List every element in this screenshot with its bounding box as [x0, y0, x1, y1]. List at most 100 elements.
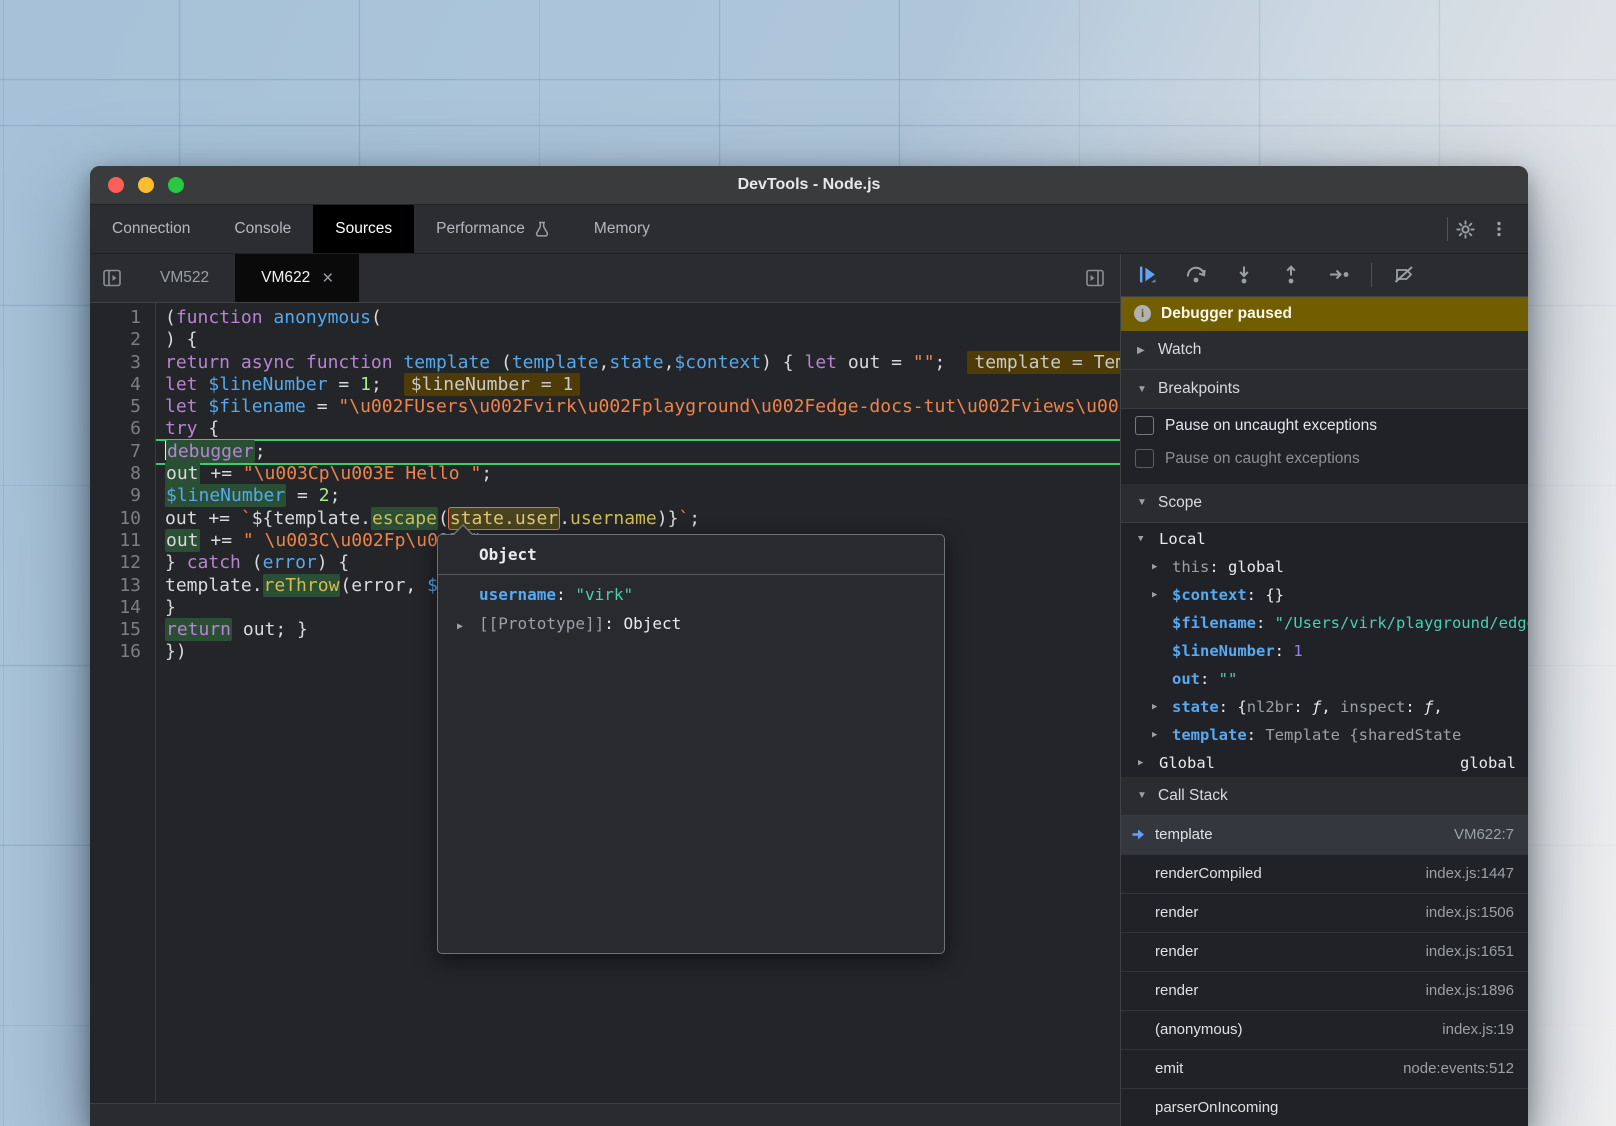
debugger-toolbar-divider	[1371, 263, 1372, 287]
tab-console[interactable]: Console	[212, 205, 313, 253]
chevron-right-icon[interactable]: ▶	[1152, 702, 1157, 712]
line-number[interactable]: 8	[90, 463, 141, 485]
code-line[interactable]: let $filename = "\u002FUsers\u002Fvirk\u…	[156, 396, 1120, 418]
chevron-right-icon: ▶	[1137, 345, 1147, 356]
close-icon[interactable]: ×	[322, 269, 333, 288]
tab-sources[interactable]: Sources	[313, 205, 414, 253]
section-call-stack[interactable]: ▼ Call Stack	[1121, 777, 1528, 816]
code-token: return	[165, 618, 232, 641]
resume-button[interactable]	[1137, 264, 1158, 285]
call-stack-frame[interactable]: parserOnIncoming	[1121, 1089, 1528, 1126]
call-stack-frame[interactable]: renderindex.js:1896	[1121, 972, 1528, 1011]
code-token: =	[328, 374, 361, 395]
code-line[interactable]: try {	[156, 418, 1120, 440]
code-token: template	[512, 352, 599, 373]
step-button[interactable]	[1328, 264, 1350, 285]
line-number[interactable]: 11	[90, 530, 141, 552]
code-line[interactable]: out += `${template.escape(state.user.use…	[156, 508, 1120, 530]
scope-row-this[interactable]: ▶this: global	[1121, 553, 1528, 581]
settings-button[interactable]	[1448, 205, 1482, 253]
code-token: "\u002FUsers\u002Fvirk\u002Fplayground\u…	[338, 396, 1120, 417]
code-line[interactable]: $lineNumber = 2;	[156, 485, 1120, 507]
call-stack-frame[interactable]: renderCompiledindex.js:1447	[1121, 855, 1528, 894]
code-token: `	[241, 508, 252, 529]
file-tab-vm522[interactable]: VM522	[134, 254, 235, 302]
step-out-button[interactable]	[1281, 264, 1301, 285]
checkbox[interactable]	[1135, 449, 1154, 468]
line-number[interactable]: 16	[90, 641, 141, 663]
file-tab-vm622[interactable]: VM622×	[235, 254, 359, 302]
scope-row-context[interactable]: ▶$context: {}	[1121, 581, 1528, 609]
navigator-toggle-button[interactable]	[90, 254, 134, 302]
line-number[interactable]: 4	[90, 374, 141, 396]
line-number[interactable]: 3	[90, 352, 141, 374]
line-number[interactable]: 2	[90, 329, 141, 351]
frame-location: VM622:7	[1454, 826, 1514, 843]
code-token: `	[678, 508, 689, 529]
code-token: (	[371, 307, 382, 328]
code-token: escape	[371, 507, 438, 530]
section-breakpoints[interactable]: ▼ Breakpoints	[1121, 370, 1528, 409]
code-line[interactable]: (function anonymous(	[156, 307, 1120, 329]
tab-performance[interactable]: Performance	[414, 205, 572, 253]
code-token: ,	[664, 352, 675, 373]
call-stack-frame[interactable]: renderindex.js:1651	[1121, 933, 1528, 972]
code-line[interactable]: ) {	[156, 329, 1120, 351]
line-number[interactable]: 12	[90, 552, 141, 574]
step-into-button[interactable]	[1234, 264, 1254, 285]
code-token: anonymous	[273, 307, 371, 328]
call-stack-frame[interactable]: renderindex.js:1506	[1121, 894, 1528, 933]
code-line[interactable]: out += "\u003Cp\u003E Hello ";	[156, 463, 1120, 485]
chevron-down-icon[interactable]: ▼	[1138, 534, 1143, 544]
breakpoint-option: Pause on caught exceptions	[1121, 442, 1528, 475]
line-number[interactable]: 10	[90, 508, 141, 530]
line-number[interactable]: 9	[90, 485, 141, 507]
line-number[interactable]: 5	[90, 396, 141, 418]
popup-property-row[interactable]: ▶[[Prototype]]: Object	[438, 610, 944, 638]
frame-function-name: render	[1155, 982, 1198, 999]
line-number[interactable]: 14	[90, 597, 141, 619]
code-token: reThrow	[263, 574, 341, 597]
scope-row-linenumber[interactable]: $lineNumber: 1	[1121, 637, 1528, 665]
tab-connection[interactable]: Connection	[90, 205, 212, 253]
tab-memory[interactable]: Memory	[572, 205, 672, 253]
variable-value: global	[1228, 558, 1284, 576]
line-number[interactable]: 1	[90, 307, 141, 329]
chevron-right-icon[interactable]: ▶	[1152, 590, 1157, 600]
line-number-gutter[interactable]: 12345678910111213141516	[90, 307, 141, 664]
code-editor[interactable]: 12345678910111213141516 (function anonym…	[90, 303, 1120, 1103]
scope-row-out[interactable]: out: ""	[1121, 665, 1528, 693]
checkbox[interactable]	[1135, 416, 1154, 435]
chevron-right-icon[interactable]: ▶	[1138, 758, 1143, 768]
call-stack-frame[interactable]: (anonymous)index.js:19	[1121, 1011, 1528, 1050]
scope-row-local[interactable]: ▼Local	[1121, 525, 1528, 553]
section-scope[interactable]: ▼ Scope	[1121, 484, 1528, 523]
popup-caret-icon	[452, 524, 474, 535]
line-number[interactable]: 13	[90, 575, 141, 597]
code-line[interactable]: let $lineNumber = 1;$lineNumber = 1	[156, 374, 1120, 396]
section-watch[interactable]: ▶ Watch	[1121, 331, 1528, 370]
chevron-right-icon[interactable]: ▶	[1152, 730, 1157, 740]
code-token: $lineNumber	[165, 484, 286, 507]
line-number[interactable]: 15	[90, 619, 141, 641]
sidebar-toggle-button[interactable]	[1078, 254, 1112, 302]
line-number[interactable]: 7	[90, 441, 141, 463]
more-options-button[interactable]	[1482, 205, 1516, 253]
code-token: (error,	[340, 575, 427, 596]
scope-row-filename[interactable]: $filename: "/Users/virk/playground/edge-…	[1121, 609, 1528, 637]
watch-label: Watch	[1158, 341, 1201, 359]
scope-row-template[interactable]: ▶template: Template {sharedState	[1121, 721, 1528, 749]
code-token: ;	[689, 508, 700, 529]
deactivate-breakpoints-icon	[1393, 264, 1415, 285]
code-line-paused[interactable]: debugger;	[156, 441, 1120, 463]
deactivate-breakpoints-button[interactable]	[1393, 264, 1415, 285]
call-stack-frame[interactable]: emitnode:events:512	[1121, 1050, 1528, 1089]
call-stack-frame[interactable]: templateVM622:7	[1121, 816, 1528, 855]
variable-name: $lineNumber	[1172, 642, 1275, 660]
line-number[interactable]: 6	[90, 418, 141, 440]
scope-row-global[interactable]: ▶Globalglobal	[1121, 749, 1528, 777]
step-over-button[interactable]	[1185, 264, 1207, 285]
scope-row-state[interactable]: ▶state: {nl2br: ƒ, inspect: ƒ,	[1121, 693, 1528, 721]
code-line[interactable]: return async function template (template…	[156, 352, 1120, 374]
chevron-right-icon[interactable]: ▶	[1152, 562, 1157, 572]
